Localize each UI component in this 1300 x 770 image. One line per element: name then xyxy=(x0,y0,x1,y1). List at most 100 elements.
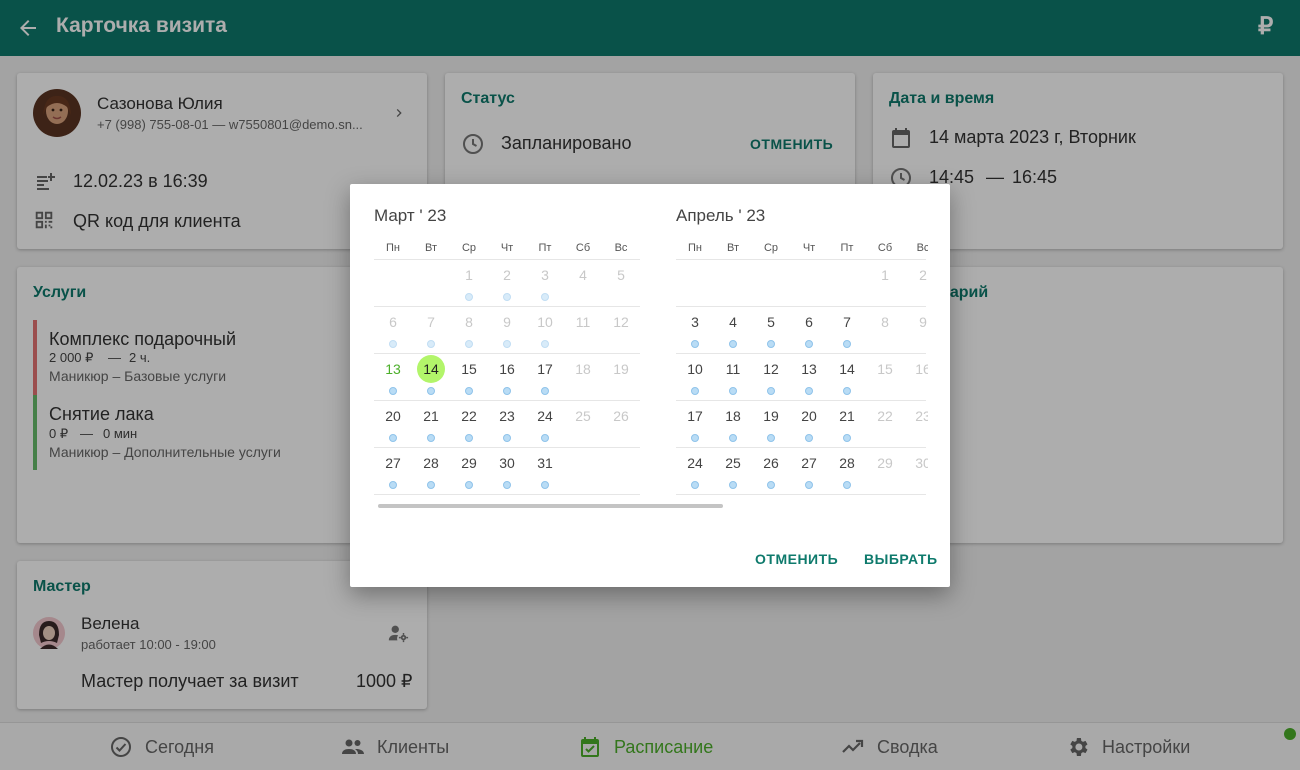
calendar-day[interactable]: 17 xyxy=(676,401,714,431)
calendar-day[interactable]: 16 xyxy=(488,354,526,384)
calendar-day[interactable]: 26 xyxy=(752,448,790,478)
week-divider xyxy=(374,494,640,495)
calendar-day[interactable]: 22 xyxy=(866,401,904,431)
calendar-day[interactable]: 24 xyxy=(526,401,564,431)
calendar-day[interactable]: 11 xyxy=(714,354,752,384)
horizontal-scrollbar[interactable] xyxy=(378,504,723,508)
availability-dot xyxy=(541,340,549,348)
calendar-day[interactable]: 7 xyxy=(412,307,450,337)
calendar-day[interactable]: 3 xyxy=(526,260,564,290)
calendar-day[interactable]: 25 xyxy=(564,401,602,431)
availability-dot xyxy=(767,340,775,348)
calendar-day[interactable]: 29 xyxy=(450,448,488,478)
availability-dot xyxy=(541,387,549,395)
calendar-day[interactable]: 28 xyxy=(828,448,866,478)
availability-dot xyxy=(843,434,851,442)
calendar-day[interactable]: 1 xyxy=(866,260,904,290)
calendar-day[interactable]: 13 xyxy=(374,354,412,384)
calendar-day[interactable]: 26 xyxy=(602,401,640,431)
calendar-day[interactable]: 20 xyxy=(790,401,828,431)
calendar-day[interactable]: 20 xyxy=(374,401,412,431)
calendar-day[interactable]: 5 xyxy=(752,307,790,337)
calendar-day[interactable]: 9 xyxy=(488,307,526,337)
availability-dot xyxy=(503,387,511,395)
weekday-label: Пт xyxy=(840,242,854,254)
calendar-day[interactable]: 18 xyxy=(714,401,752,431)
weekday-label: Пн xyxy=(688,242,702,254)
calendar-day[interactable]: 15 xyxy=(450,354,488,384)
calendar-day[interactable]: 16 xyxy=(904,354,928,384)
calendar-day[interactable]: 7 xyxy=(828,307,866,337)
weekday-label: Вс xyxy=(614,242,628,254)
availability-dot xyxy=(503,293,511,301)
date-picker-dialog: Март ' 23 Пн Вт Ср Чт Пт Сб Вс 1 2 3 4 5 6 7 8 9 10 11 12 1… xyxy=(350,184,950,587)
calendar-day[interactable]: 10 xyxy=(526,307,564,337)
availability-dot xyxy=(389,387,397,395)
calendar-day[interactable]: 12 xyxy=(602,307,640,337)
availability-dot xyxy=(843,387,851,395)
availability-dot xyxy=(805,340,813,348)
calendar-day[interactable]: 15 xyxy=(866,354,904,384)
calendar-day[interactable]: 6 xyxy=(374,307,412,337)
calendar-day[interactable]: 2 xyxy=(488,260,526,290)
calendar-day[interactable]: 10 xyxy=(676,354,714,384)
availability-dot xyxy=(427,340,435,348)
calendar-day[interactable]: 9 xyxy=(904,307,928,337)
calendar-day[interactable]: 27 xyxy=(374,448,412,478)
availability-dot xyxy=(843,481,851,489)
availability-dot xyxy=(729,340,737,348)
calendar-day[interactable]: 6 xyxy=(790,307,828,337)
calendar-day[interactable]: 21 xyxy=(412,401,450,431)
calendar-day[interactable]: 8 xyxy=(866,307,904,337)
availability-dot xyxy=(465,340,473,348)
calendar-day[interactable]: 19 xyxy=(752,401,790,431)
calendar-day[interactable]: 4 xyxy=(564,260,602,290)
availability-dot xyxy=(389,434,397,442)
weekday-label: Чт xyxy=(500,242,514,254)
calendar-day[interactable]: 8 xyxy=(450,307,488,337)
weekday-label: Сб xyxy=(575,242,591,254)
calendar-day[interactable]: 21 xyxy=(828,401,866,431)
calendar-day[interactable]: 23 xyxy=(904,401,928,431)
availability-dot xyxy=(427,481,435,489)
calendar-day[interactable]: 25 xyxy=(714,448,752,478)
calendar-day[interactable]: 3 xyxy=(676,307,714,337)
weekday-label: Сб xyxy=(877,242,893,254)
calendar-day[interactable]: 18 xyxy=(564,354,602,384)
availability-dot xyxy=(767,387,775,395)
calendar-day[interactable]: 17 xyxy=(526,354,564,384)
calendar-day[interactable]: 5 xyxy=(602,260,640,290)
calendar-day[interactable]: 29 xyxy=(866,448,904,478)
calendar-day[interactable]: 30 xyxy=(488,448,526,478)
availability-dot xyxy=(729,387,737,395)
calendar-day[interactable]: 23 xyxy=(488,401,526,431)
calendar-day[interactable]: 12 xyxy=(752,354,790,384)
weekday-label: Пт xyxy=(538,242,552,254)
calendar-day[interactable]: 11 xyxy=(564,307,602,337)
calendar-day[interactable]: 14 xyxy=(828,354,866,384)
availability-dot xyxy=(805,387,813,395)
calendar-month-april: Апрель ' 23 Пн Вт Ср Чт Пт Сб Вс 1 2 3 4 5 6 7 8 9 10 11 1… xyxy=(676,184,928,504)
calendar-day[interactable]: 30 xyxy=(904,448,928,478)
weekday-label: Чт xyxy=(802,242,816,254)
calendar-day[interactable]: 27 xyxy=(790,448,828,478)
calendar-day[interactable]: 14 xyxy=(412,354,450,384)
calendar-day[interactable]: 22 xyxy=(450,401,488,431)
availability-dot xyxy=(465,434,473,442)
dialog-cancel-button[interactable]: ОТМЕНИТЬ xyxy=(755,551,838,567)
availability-dot xyxy=(767,434,775,442)
availability-dot xyxy=(691,387,699,395)
weekday-label: Вс xyxy=(916,242,928,254)
calendar-day[interactable]: 1 xyxy=(450,260,488,290)
month-title: Март ' 23 xyxy=(374,206,447,225)
calendar-day[interactable]: 28 xyxy=(412,448,450,478)
availability-dot xyxy=(503,481,511,489)
calendar-day[interactable]: 13 xyxy=(790,354,828,384)
calendar-day[interactable]: 19 xyxy=(602,354,640,384)
calendar-day[interactable]: 4 xyxy=(714,307,752,337)
dialog-select-button[interactable]: ВЫБРАТЬ xyxy=(864,551,938,567)
calendar-day[interactable]: 24 xyxy=(676,448,714,478)
availability-dot xyxy=(805,481,813,489)
calendar-day[interactable]: 2 xyxy=(904,260,928,290)
calendar-day[interactable]: 31 xyxy=(526,448,564,478)
